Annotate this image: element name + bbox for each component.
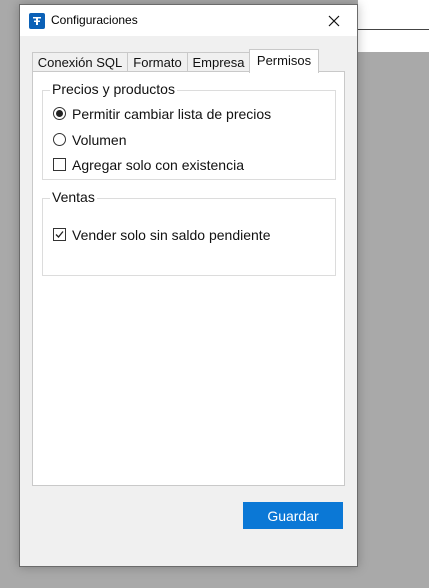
ventas-group: Ventas Vender solo sin saldo pendiente [42,189,336,276]
close-button[interactable] [311,5,357,36]
radio-indicator[interactable] [53,133,66,146]
background-divider-line [358,29,429,30]
volumen-label: Volumen [72,131,127,148]
checkbox-indicator[interactable] [53,228,66,241]
vender-sin-saldo-checkbox[interactable]: Vender solo sin saldo pendiente [53,226,270,243]
ventas-title: Ventas [50,189,97,206]
agregar-solo-existencia-checkbox[interactable]: Agregar solo con existencia [53,156,244,173]
title-bar[interactable]: Configuraciones [20,5,357,36]
checkbox-indicator[interactable] [53,158,66,171]
close-icon [328,15,340,27]
background-window-strip [358,0,429,52]
permisos-tab-page: Precios y productos Permitir cambiar lis… [32,71,345,486]
precios-productos-title: Precios y productos [50,81,177,98]
tab-permisos[interactable]: Permisos [249,49,319,73]
app-icon [29,13,45,29]
tab-formato[interactable]: Formato [127,52,188,72]
permitir-cambiar-lista-label: Permitir cambiar lista de precios [72,105,272,122]
radio-indicator[interactable] [53,107,66,120]
configuraciones-dialog: Configuraciones Conexión SQL Formato Emp… [19,4,358,567]
agregar-solo-existencia-label: Agregar solo con existencia [72,156,244,173]
tab-conexion-sql[interactable]: Conexión SQL [32,52,128,72]
permitir-cambiar-lista-radio[interactable]: Permitir cambiar lista de precios [53,105,271,122]
window-title: Configuraciones [51,13,138,27]
check-icon [55,231,64,238]
guardar-button[interactable]: Guardar [243,502,343,529]
vender-sin-saldo-label: Vender solo sin saldo pendiente [72,226,271,243]
volumen-radio[interactable]: Volumen [53,131,126,148]
precios-productos-group: Precios y productos Permitir cambiar lis… [42,81,336,180]
tab-empresa[interactable]: Empresa [187,52,250,72]
